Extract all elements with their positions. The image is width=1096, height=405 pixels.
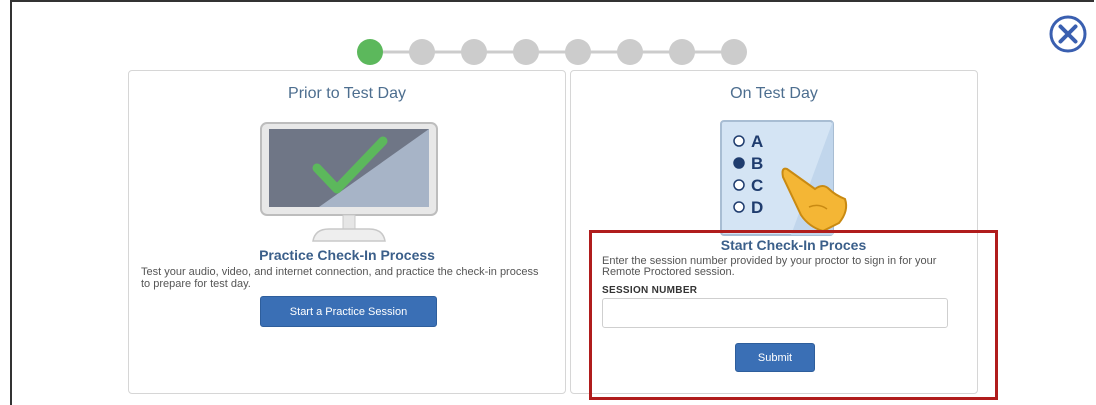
prior-to-test-day-panel: Prior to Test Day Practice Check-In Proc… (128, 70, 566, 394)
check-in-heading: Start Check-In Proces (720, 237, 867, 253)
progress-step-current (357, 39, 383, 65)
practice-heading: Practice Check-In Process (259, 247, 435, 263)
practice-description: Test your audio, video, and internet con… (141, 266, 539, 290)
choice-radio-b (733, 157, 745, 169)
progress-step (461, 39, 487, 65)
check-in-description: Enter the session number provided by you… (602, 255, 937, 278)
progress-step (565, 39, 591, 65)
choice-label-b: B (751, 154, 763, 173)
progress-step (669, 39, 695, 65)
progress-step (409, 39, 435, 65)
monitor-checkmark-icon (260, 122, 438, 242)
choice-label-d: D (751, 198, 763, 217)
choice-label-c: C (751, 176, 763, 195)
prior-panel-title: Prior to Test Day (288, 85, 406, 102)
choice-radio-a (733, 135, 745, 147)
choice-label-a: A (751, 132, 763, 151)
start-practice-session-button[interactable]: Start a Practice Session (260, 296, 437, 327)
session-number-label: SESSION NUMBER (602, 285, 698, 296)
check-in-highlight-box: Start Check-In Proces Enter the session … (589, 230, 998, 400)
submit-button[interactable]: Submit (735, 343, 815, 372)
progress-step (513, 39, 539, 65)
close-icon[interactable] (1048, 14, 1088, 54)
choice-radio-c (733, 179, 745, 191)
progress-step (721, 39, 747, 65)
answer-sheet-hand-icon: ABCD (720, 120, 848, 236)
choice-radio-d (733, 201, 745, 213)
progress-stepper (357, 39, 747, 65)
progress-step (617, 39, 643, 65)
on-day-panel-title: On Test Day (730, 85, 818, 102)
session-number-input[interactable] (602, 298, 948, 328)
